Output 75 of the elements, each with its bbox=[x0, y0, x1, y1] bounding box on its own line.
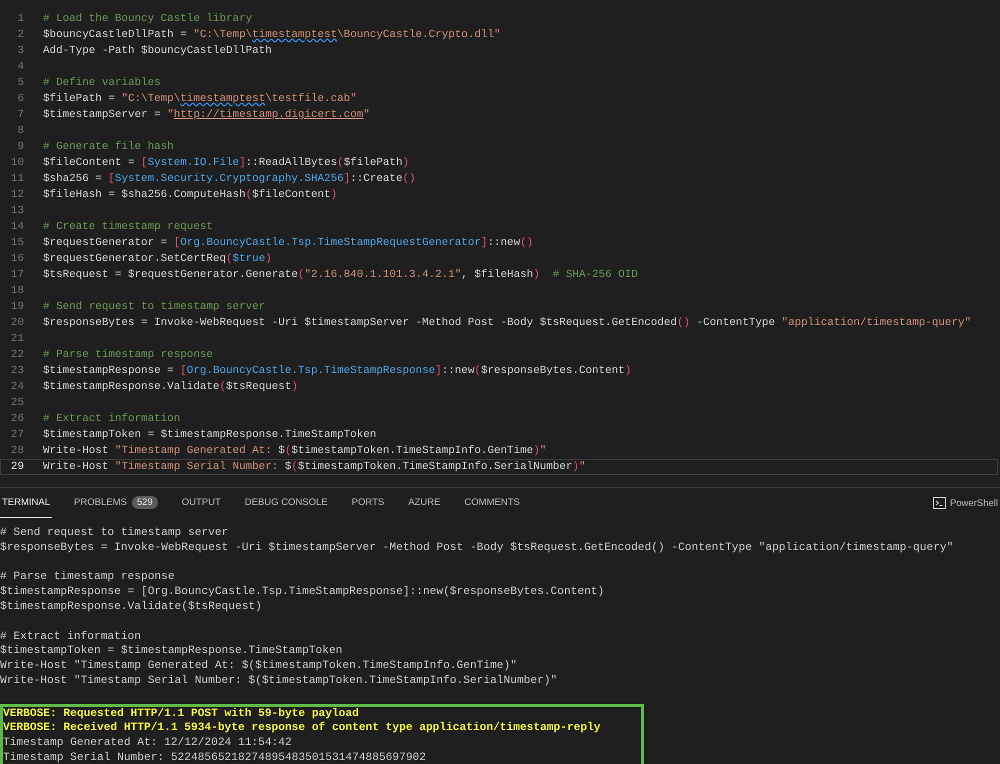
code-line: $filePath = "C:\Temp\timestamptest\testfile.cab" bbox=[43, 92, 357, 107]
code-line: # Send request to timestamp server bbox=[43, 300, 266, 315]
panel-tab[interactable]: PROBLEMS 529 bbox=[72, 488, 160, 518]
terminal-output-line: VERBOSE: Received HTTP/1.1 5934-byte response of content type application/timestamp-reply bbox=[3, 721, 601, 736]
code-line: $timestampServer = "http://timestamp.digicert.com" bbox=[43, 108, 370, 123]
terminal-line: $responseBytes = Invoke-WebRequest -Uri $timestampServer -Method Post -Body $tsRequest.GetEncoded() -ContentType "application/timestamp-query" bbox=[0, 540, 954, 556]
line-number: 7 bbox=[16, 108, 24, 123]
code-line: Write-Host "Timestamp Serial Number: $($timestampToken.TimeStampInfo.SerialNumber)" bbox=[43, 460, 586, 475]
code-line: $fileHash = $sha256.ComputeHash($fileContent) bbox=[43, 188, 338, 203]
code-line: $timestampToken = $timestampResponse.TimeStampToken bbox=[43, 428, 376, 443]
panel-tab[interactable]: OUTPUT bbox=[180, 488, 223, 518]
terminal-line: $timestampResponse = [Org.BouncyCastle.Tsp.TimeStampResponse]::new($responseBytes.Content) bbox=[0, 585, 606, 600]
code-line: $timestampResponse = [Org.BouncyCastle.Tsp.TimeStampResponse]::new($responseBytes.Content) bbox=[43, 364, 632, 379]
code-line: Write-Host "Timestamp Generated At: $($timestampToken.TimeStampInfo.GenTime)" bbox=[43, 444, 546, 459]
line-number: 2 bbox=[16, 28, 24, 43]
line-number: 12 bbox=[10, 188, 24, 203]
code-line: $responseBytes = Invoke-WebRequest -Uri $timestampServer -Method Post -Body $tsRequest.GetEncoded() -ContentType "application/timestamp-query" bbox=[43, 316, 972, 331]
code-line: $requestGenerator.SetCertReq($true) bbox=[43, 252, 272, 267]
panel-tab[interactable]: COMMENTS bbox=[462, 488, 522, 518]
code-line: # Generate file hash bbox=[43, 140, 174, 155]
line-number: 26 bbox=[10, 412, 24, 427]
line-number: 27 bbox=[10, 428, 24, 443]
terminal-line: $timestampToken = $timestampResponse.TimeStampToken bbox=[0, 644, 344, 660]
line-number: 25 bbox=[10, 396, 24, 411]
line-number: 29 bbox=[10, 460, 24, 475]
code-line: # Load the Bouncy Castle library bbox=[43, 12, 252, 27]
line-number: 22 bbox=[10, 348, 24, 363]
code-line: Add-Type -Path $bouncyCastleDllPath bbox=[43, 44, 272, 59]
code-line: $fileContent = [System.IO.File]::ReadAllBytes($filePath) bbox=[43, 156, 410, 171]
code-line: $bouncyCastleDllPath = "C:\Temp\timestamptest\BouncyCastle.Crypto.dll" bbox=[43, 28, 501, 43]
line-number: 11 bbox=[10, 172, 24, 187]
terminal-line: $timestampResponse.Validate($tsRequest) bbox=[0, 600, 263, 615]
code-line: $tsRequest = $requestGenerator.Generate("2.16.840.1.101.3.4.2.1", $fileHash) # SHA-256 OID bbox=[43, 268, 638, 283]
line-number: 3 bbox=[16, 44, 24, 59]
line-number: 17 bbox=[10, 268, 24, 283]
panel-tab[interactable]: AZURE bbox=[406, 488, 442, 518]
line-number: 1 bbox=[16, 12, 24, 27]
line-number: 14 bbox=[10, 220, 24, 235]
line-number: 13 bbox=[10, 204, 24, 219]
code-line: # Extract information bbox=[43, 412, 180, 427]
line-number: 18 bbox=[10, 284, 24, 299]
line-number: 4 bbox=[16, 60, 24, 75]
panel-tab[interactable]: DEBUG CONSOLE bbox=[242, 488, 330, 518]
panel-tab[interactable]: PORTS bbox=[350, 488, 386, 518]
count-badge: 529 bbox=[132, 496, 158, 509]
code-line: $sha256 = [System.Security.Cryptography.SHA256]::Create() bbox=[43, 172, 416, 187]
line-number: 23 bbox=[10, 364, 24, 379]
terminal-output-line: Timestamp Serial Number: 52248565218274895483501531474885697902 bbox=[3, 750, 427, 764]
line-number: 10 bbox=[10, 156, 24, 171]
line-number: 6 bbox=[16, 92, 24, 107]
code-line: $requestGenerator = [Org.BouncyCastle.Tsp.TimeStampRequestGenerator]::new() bbox=[43, 236, 534, 251]
line-number: 19 bbox=[10, 300, 24, 315]
line-number: 5 bbox=[16, 76, 24, 91]
line-number: 8 bbox=[16, 124, 24, 139]
line-number: 9 bbox=[16, 140, 24, 155]
line-number: 15 bbox=[10, 236, 24, 251]
terminal-output-line: Timestamp Generated At: 12/12/2024 11:54:42 bbox=[3, 736, 293, 751]
line-number: 16 bbox=[10, 252, 24, 267]
code-line: # Parse timestamp response bbox=[43, 348, 213, 363]
code-line: $timestampResponse.Validate($tsRequest) bbox=[43, 380, 298, 395]
terminal-line: # Parse timestamp response bbox=[0, 570, 176, 586]
terminal-shell-tab[interactable]: PowerShell bbox=[932, 497, 1000, 509]
terminal-icon bbox=[932, 497, 946, 509]
terminal-line: # Send request to timestamp server bbox=[0, 526, 230, 541]
terminal-line: Write-Host "Timestamp Serial Number: $($timestampToken.TimeStampInfo.SerialNumber)" bbox=[0, 674, 558, 689]
line-number: 28 bbox=[10, 444, 24, 459]
terminal-output-line: VERBOSE: Requested HTTP/1.1 POST with 59-byte payload bbox=[3, 706, 360, 722]
code-line: # Create timestamp request bbox=[43, 220, 213, 235]
terminal-line: Write-Host "Timestamp Generated At: $($timestampToken.TimeStampInfo.GenTime)" bbox=[0, 659, 518, 674]
code-line: # Define variables bbox=[43, 76, 161, 91]
line-number: 24 bbox=[10, 380, 24, 395]
panel-tab[interactable]: TERMINAL bbox=[0, 488, 52, 518]
terminal-line: # Extract information bbox=[0, 630, 142, 644]
line-number: 20 bbox=[10, 316, 24, 331]
line-number: 21 bbox=[10, 332, 24, 347]
